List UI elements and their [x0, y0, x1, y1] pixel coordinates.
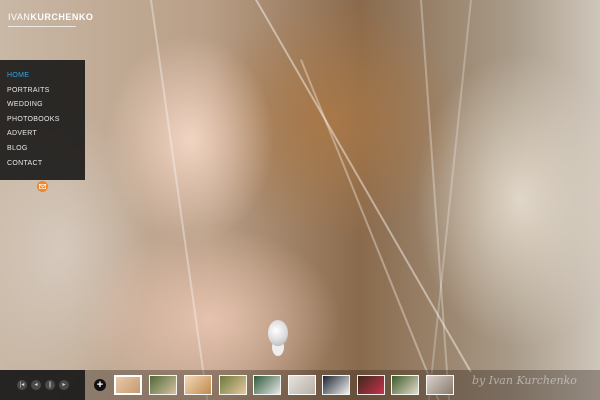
nav-item-advert[interactable]: ADVERT — [7, 130, 37, 137]
mail-button[interactable] — [37, 181, 48, 192]
next-button[interactable]: ▸ — [59, 380, 69, 390]
thumbnail[interactable] — [149, 375, 177, 395]
nav-item-blog[interactable]: BLOG — [7, 145, 28, 152]
first-slide-icon: |◂ — [19, 382, 25, 388]
logo-first-name: IVAN — [8, 12, 31, 22]
thumbnail[interactable] — [288, 375, 316, 395]
envelope-icon — [39, 184, 46, 189]
thumbnail[interactable] — [184, 375, 212, 395]
first-slide-button[interactable]: |◂ — [17, 380, 27, 390]
veil-strand — [426, 0, 472, 400]
previous-icon: ◂ — [34, 382, 38, 388]
plus-icon: + — [96, 378, 104, 391]
main-navigation: HOME PORTRAITS WEDDING PHOTOBOOKS ADVERT… — [0, 60, 85, 180]
veil-strand — [255, 0, 472, 373]
thumbnail[interactable] — [253, 375, 281, 395]
veil-strand — [300, 59, 445, 400]
veil-strand — [150, 0, 211, 400]
thumbnail[interactable] — [357, 375, 385, 395]
previous-button[interactable]: ◂ — [31, 380, 41, 390]
site-logo[interactable]: IVANKURCHENKO — [8, 12, 93, 22]
nav-item-home[interactable]: HOME — [7, 72, 29, 79]
nav-item-portraits[interactable]: PORTRAITS — [7, 87, 50, 94]
thumbnail[interactable] — [219, 375, 247, 395]
pause-button[interactable]: || — [45, 380, 55, 390]
nav-item-photobooks[interactable]: PHOTOBOOKS — [7, 116, 60, 123]
toggle-thumbnails-button[interactable]: + — [94, 379, 106, 391]
logo-underline — [8, 26, 76, 27]
next-icon: ▸ — [62, 382, 66, 388]
thumbnail[interactable] — [426, 375, 454, 395]
hero-photo — [0, 0, 600, 400]
photographer-watermark: by Ivan Kurchenko — [472, 374, 577, 387]
thumbnail[interactable] — [391, 375, 419, 395]
pause-icon: || — [48, 382, 52, 388]
nav-item-contact[interactable]: CONTACT — [7, 160, 42, 167]
logo-last-name: KURCHENKO — [30, 12, 94, 22]
thumbnail[interactable] — [322, 375, 350, 395]
pearl-pendant — [268, 320, 288, 346]
nav-item-wedding[interactable]: WEDDING — [7, 101, 43, 108]
slideshow-controls: |◂ ◂ || ▸ — [0, 370, 85, 400]
thumbnail[interactable] — [114, 375, 142, 395]
